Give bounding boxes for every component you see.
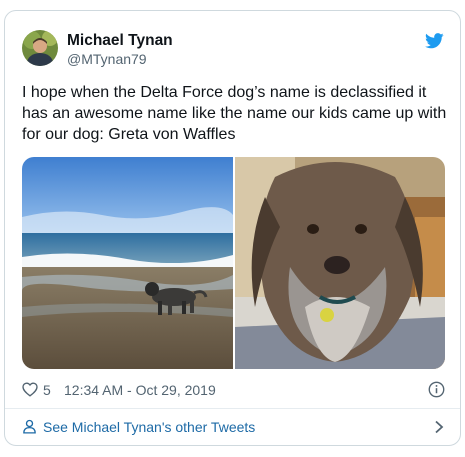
see-other-tweets-label[interactable]: See Michael Tynan's other Tweets <box>43 419 255 435</box>
divider <box>5 408 460 409</box>
timestamp[interactable]: 12:34 AM - Oct 29, 2019 <box>64 382 216 398</box>
avatar[interactable] <box>22 30 58 66</box>
author-name[interactable]: Michael Tynan <box>67 32 173 50</box>
person-icon <box>22 419 37 434</box>
dog-portrait-photo[interactable] <box>235 157 445 369</box>
see-other-tweets-link[interactable]: See Michael Tynan's other Tweets <box>22 416 445 438</box>
author-handle[interactable]: @MTynan79 <box>67 51 147 67</box>
beach-dog-photo[interactable] <box>22 157 233 369</box>
chevron-right-icon[interactable] <box>433 420 445 434</box>
tweet-media[interactable] <box>22 157 445 369</box>
twitter-bird-icon[interactable] <box>425 33 444 49</box>
heart-icon[interactable] <box>22 382 38 397</box>
tweet-meta: 5 12:34 AM - Oct 29, 2019 <box>22 380 445 400</box>
like-count: 5 <box>43 382 51 398</box>
tweet-text: I hope when the Delta Force dog’s name i… <box>22 84 447 143</box>
tweet-card[interactable]: Michael Tynan @MTynan79 I hope when the … <box>4 10 461 446</box>
info-icon[interactable] <box>428 381 445 398</box>
